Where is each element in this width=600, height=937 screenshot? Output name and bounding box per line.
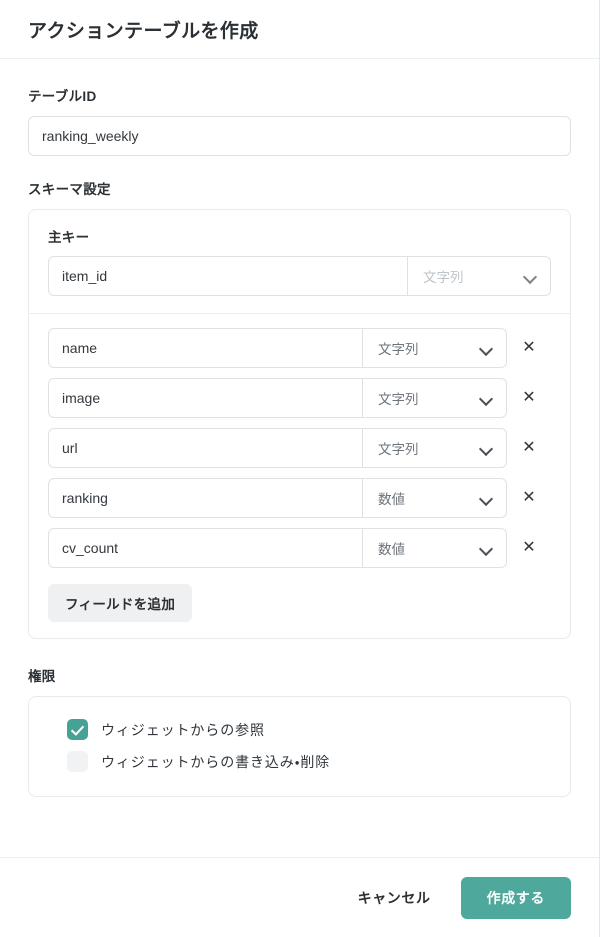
primary-key-label: 主キー [48, 230, 90, 245]
field-type-value: 数値 [378, 542, 405, 557]
field-name-input[interactable] [49, 379, 362, 417]
create-button[interactable]: 作成する [460, 876, 571, 919]
dialog-body: テーブルID スキーマ設定 主キー 文字列 [0, 59, 599, 857]
field-combo: 数値 [48, 478, 507, 518]
chevron-down-icon [480, 492, 493, 505]
schema-section: スキーマ設定 主キー 文字列 [28, 178, 571, 639]
checkbox-checked-icon[interactable] [67, 719, 88, 740]
table-id-label: テーブルID [28, 89, 97, 104]
dialog-footer: キャンセル 作成する [0, 857, 599, 937]
cancel-button[interactable]: キャンセル [350, 878, 439, 918]
schema-card: 主キー 文字列 [28, 209, 571, 639]
field-type-value: 文字列 [378, 392, 419, 407]
field-row: 数値 ✕ [48, 528, 551, 568]
table-id-input[interactable] [28, 116, 571, 156]
field-row: 数値 ✕ [48, 478, 551, 518]
field-combo: 文字列 [48, 428, 507, 468]
remove-field-button[interactable]: ✕ [507, 528, 551, 568]
primary-key-row: 文字列 [48, 256, 551, 296]
dialog-header: アクションテーブルを作成 [0, 0, 599, 59]
field-name-input[interactable] [49, 529, 362, 567]
chevron-down-icon [480, 392, 493, 405]
chevron-down-icon [480, 342, 493, 355]
schema-label: スキーマ設定 [28, 182, 111, 197]
field-type-select[interactable]: 数値 [363, 529, 506, 567]
field-type-value: 文字列 [378, 342, 419, 357]
field-type-select[interactable]: 数値 [363, 479, 506, 517]
field-type-value: 文字列 [378, 442, 419, 457]
field-row: 文字列 ✕ [48, 378, 551, 418]
primary-key-type-value: 文字列 [423, 270, 464, 285]
table-id-section: テーブルID [28, 85, 571, 156]
field-name-input[interactable] [49, 429, 362, 467]
chevron-down-icon [480, 542, 493, 555]
create-action-table-dialog: アクションテーブルを作成 テーブルID スキーマ設定 主キー 文字列 [0, 0, 600, 937]
remove-field-button[interactable]: ✕ [507, 478, 551, 518]
remove-field-button[interactable]: ✕ [507, 378, 551, 418]
field-type-value: 数値 [378, 492, 405, 507]
chevron-down-icon [480, 442, 493, 455]
chevron-down-icon [524, 270, 537, 283]
field-name-input[interactable] [49, 479, 362, 517]
field-combo: 数値 [48, 528, 507, 568]
primary-key-type-select: 文字列 [408, 257, 550, 295]
permissions-section: 権限 ウィジェットからの参照 ウィジェットからの書き込み・削除 [28, 665, 571, 797]
field-type-select[interactable]: 文字列 [363, 429, 506, 467]
page-title: アクションテーブルを作成 [28, 20, 259, 42]
permission-label: ウィジェットからの参照 [101, 721, 265, 738]
field-row: 文字列 ✕ [48, 328, 551, 368]
field-combo: 文字列 [48, 378, 507, 418]
remove-field-button[interactable]: ✕ [507, 328, 551, 368]
remove-field-button[interactable]: ✕ [507, 428, 551, 468]
field-name-input[interactable] [49, 329, 362, 367]
field-type-select[interactable]: 文字列 [363, 379, 506, 417]
permission-label: ウィジェットからの書き込み・削除 [101, 753, 331, 770]
permissions-card: ウィジェットからの参照 ウィジェットからの書き込み・削除 [28, 696, 571, 797]
primary-key-name-input[interactable] [49, 257, 407, 295]
primary-key-block: 主キー 文字列 [29, 210, 570, 314]
checkbox-unchecked-icon[interactable] [67, 751, 88, 772]
field-combo: 文字列 [48, 328, 507, 368]
field-row: 文字列 ✕ [48, 428, 551, 468]
field-type-select[interactable]: 文字列 [363, 329, 506, 367]
permission-row-read[interactable]: ウィジェットからの参照 [67, 719, 551, 740]
permission-row-write-delete[interactable]: ウィジェットからの書き込み・削除 [67, 751, 551, 772]
permissions-label: 権限 [28, 669, 56, 684]
fields-block: 文字列 ✕ 文字列 [29, 314, 570, 638]
add-field-button[interactable]: フィールドを追加 [48, 584, 193, 622]
